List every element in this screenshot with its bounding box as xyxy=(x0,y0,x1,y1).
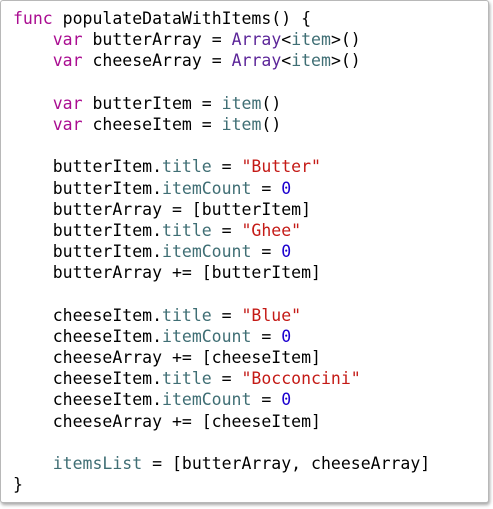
code-text: butterItem. xyxy=(13,242,163,262)
code-type: Array xyxy=(231,51,282,71)
code-line: butterArray += [butterItem] xyxy=(13,262,430,283)
code-number: 0 xyxy=(281,326,292,346)
code-text: butterArray = [butterItem] xyxy=(13,199,312,219)
code-text: >() xyxy=(330,51,361,71)
code-text: = xyxy=(251,390,282,410)
code-identifier: itemCount xyxy=(162,326,252,346)
code-identifier: title xyxy=(162,305,212,325)
code-block: func populateDataWithItems() { var butte… xyxy=(13,8,430,495)
code-number: 0 xyxy=(281,242,292,262)
code-identifier: item xyxy=(291,51,331,71)
code-text: butterArray = xyxy=(82,30,232,50)
code-line: itemsList = [butterArray, cheeseArray] xyxy=(13,453,431,474)
code-line: var cheeseItem = item() xyxy=(13,114,430,135)
code-text: < xyxy=(281,30,292,50)
code-text: butterItem. xyxy=(13,220,163,240)
code-text: } xyxy=(13,475,23,495)
code-text: cheeseItem. xyxy=(13,369,163,389)
code-text: cheeseArray += [cheeseItem] xyxy=(13,411,321,431)
code-text: = xyxy=(211,157,242,177)
code-number: 0 xyxy=(281,390,292,410)
code-line: butterItem.title = "Ghee" xyxy=(13,220,430,241)
code-text: populateDataWithItems() { xyxy=(52,9,312,28)
code-identifier: itemsList xyxy=(52,453,143,473)
code-text: butterItem. xyxy=(13,178,163,198)
code-text: butterItem. xyxy=(13,157,163,177)
code-keyword: var xyxy=(52,93,83,113)
code-line: func populateDataWithItems() { xyxy=(13,8,430,29)
code-text: cheeseArray = xyxy=(82,51,232,71)
code-keyword: var xyxy=(52,114,83,134)
code-text: = xyxy=(251,242,282,262)
code-keyword: var xyxy=(52,51,83,71)
code-line: butterItem.itemCount = 0 xyxy=(13,241,430,262)
code-identifier: itemCount xyxy=(162,242,252,262)
code-string: "Bocconcini" xyxy=(241,369,361,389)
code-line: cheeseItem.title = "Bocconcini" xyxy=(13,368,430,389)
code-line: var butterArray = Array<item>() xyxy=(13,29,430,50)
code-number: 0 xyxy=(281,178,292,198)
code-line: var butterItem = item() xyxy=(13,93,430,114)
code-string: "Blue" xyxy=(241,305,302,325)
code-identifier: item xyxy=(221,93,262,113)
code-text: () xyxy=(261,114,282,134)
code-text: butterArray += [butterItem] xyxy=(13,263,321,283)
code-line: cheeseArray += [cheeseItem] xyxy=(13,347,430,368)
code-line: cheeseItem.itemCount = 0 xyxy=(13,389,430,410)
code-text: = [butterArray, cheeseArray] xyxy=(142,453,431,473)
code-line: cheeseArray += [cheeseItem] xyxy=(13,411,430,432)
code-line: butterItem.title = "Butter" xyxy=(13,156,430,177)
code-identifier: title xyxy=(162,157,212,177)
code-text: >() xyxy=(330,30,361,50)
code-text: butterItem = xyxy=(82,93,222,113)
code-identifier: title xyxy=(162,220,212,240)
code-line: butterArray = [butterItem] xyxy=(13,199,430,220)
code-text: = xyxy=(211,369,242,389)
code-line: cheeseItem.title = "Blue" xyxy=(13,305,430,326)
code-text: cheeseItem. xyxy=(13,390,163,410)
code-text: = xyxy=(211,220,242,240)
code-snippet-panel: func populateDataWithItems() { var butte… xyxy=(0,0,489,503)
code-text: cheeseItem = xyxy=(82,114,222,134)
code-keyword: var xyxy=(52,30,83,50)
code-identifier: item xyxy=(291,30,331,50)
code-keyword: func xyxy=(13,9,53,28)
code-text: cheeseArray += [cheeseItem] xyxy=(13,348,321,367)
code-line: cheeseItem.itemCount = 0 xyxy=(13,326,430,347)
code-string: "Butter" xyxy=(241,157,321,177)
code-text: < xyxy=(281,51,292,71)
code-type: Array xyxy=(231,30,282,50)
code-string: "Ghee" xyxy=(241,220,302,240)
code-identifier: title xyxy=(162,369,212,389)
code-text: cheeseItem. xyxy=(13,326,163,346)
code-text: = xyxy=(251,326,282,346)
code-identifier: itemCount xyxy=(162,390,252,410)
code-text: = xyxy=(211,305,242,325)
code-text: = xyxy=(251,178,282,198)
code-line: } xyxy=(13,474,430,495)
code-line: butterItem.itemCount = 0 xyxy=(13,178,430,199)
code-identifier: itemCount xyxy=(162,178,252,198)
code-line: var cheeseArray = Array<item>() xyxy=(13,50,430,71)
code-identifier: item xyxy=(221,114,262,134)
code-text: () xyxy=(261,93,282,113)
code-text: cheeseItem. xyxy=(13,305,163,325)
